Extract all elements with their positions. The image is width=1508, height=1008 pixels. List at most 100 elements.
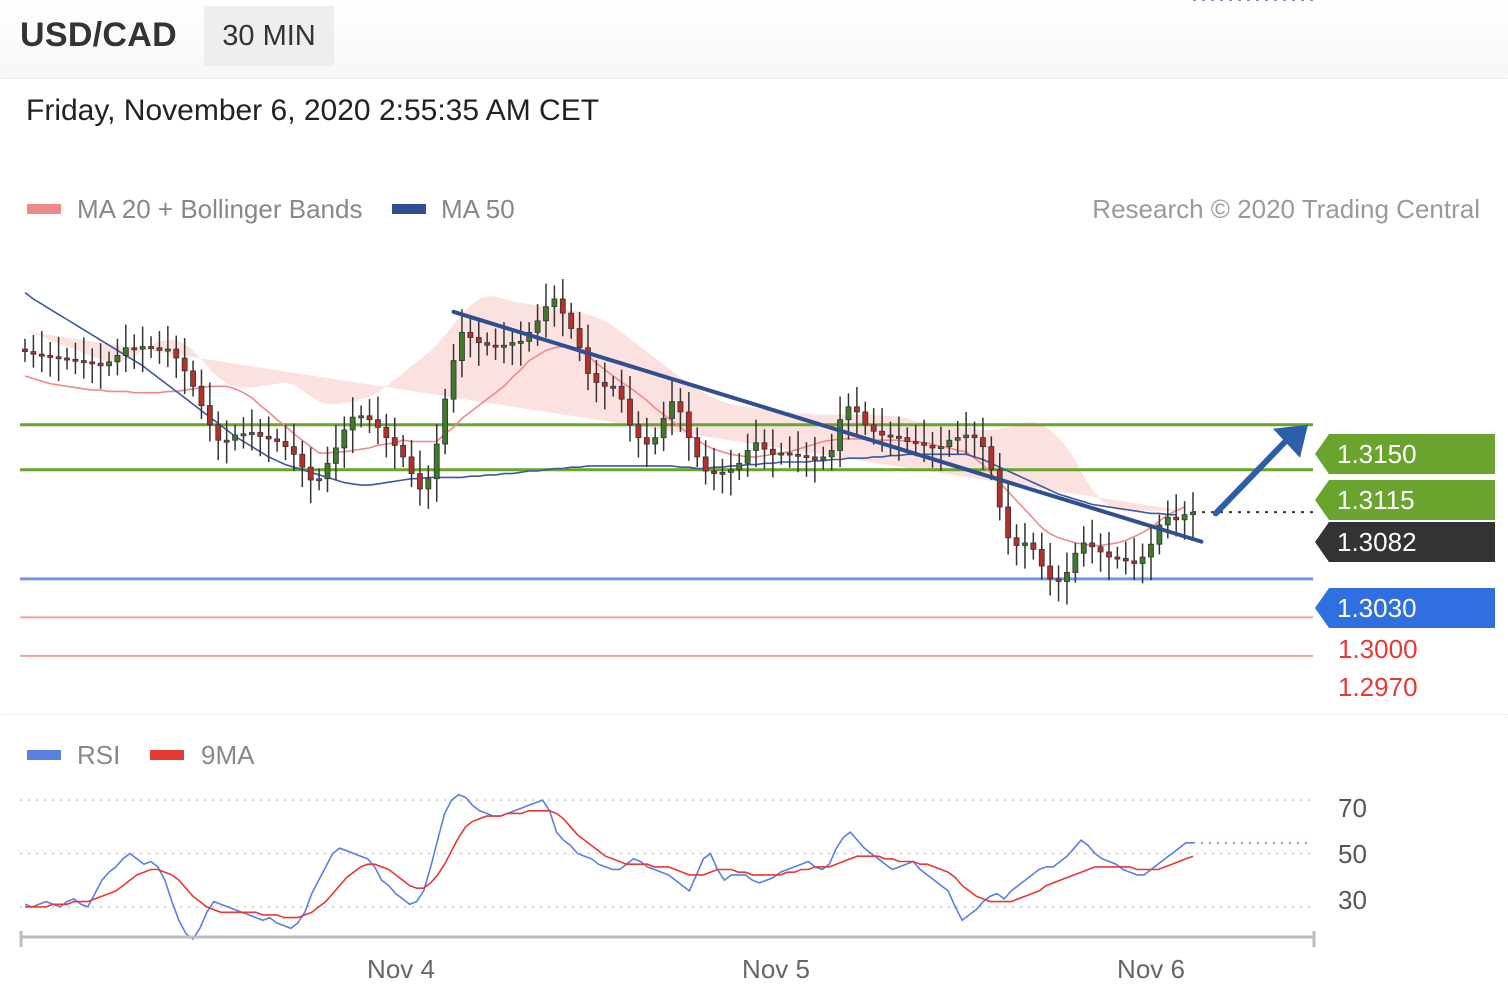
candle-body [282, 441, 289, 448]
candle-body [1055, 578, 1062, 582]
candle-body [996, 469, 1003, 508]
candle-body [114, 355, 121, 363]
candle-body [753, 442, 759, 451]
candle-body [736, 462, 743, 471]
candle-body [55, 356, 62, 360]
candle-body [1030, 542, 1037, 550]
candle-body [643, 437, 650, 445]
candle-body [240, 433, 247, 437]
candle-body [576, 328, 583, 349]
candle-body [660, 417, 667, 439]
candle-body [30, 351, 37, 355]
candle-body [400, 444, 407, 458]
rsi-ma9-line [25, 809, 1194, 919]
candle-body [1022, 542, 1028, 546]
candle-body [22, 348, 28, 353]
candle-body [341, 429, 348, 449]
rsi-tick-70: 70 [1338, 793, 1367, 823]
candle-body [408, 456, 415, 474]
price-chart [19, 0, 1316, 947]
candle-body [89, 361, 96, 365]
candle-body [509, 342, 516, 346]
candle-body [652, 437, 659, 445]
candle-body [1089, 542, 1096, 548]
candle-body [778, 452, 785, 456]
candle-body [324, 462, 331, 480]
trendline [451, 309, 1204, 544]
x-label-nov6: Nov 6 [1117, 954, 1185, 984]
rsi-tick-30: 30 [1338, 885, 1367, 915]
level-tag-2: 1.3115 [1315, 480, 1495, 520]
candle-body [1106, 551, 1112, 558]
candle-body [610, 385, 617, 389]
candle-body [862, 411, 869, 426]
panel-separator [0, 714, 1508, 715]
support-label-2: 1.2970 [1338, 672, 1418, 702]
candle-body [946, 439, 953, 448]
candle-body [290, 446, 297, 455]
candle-body [1013, 537, 1020, 546]
rsi-legend-swatch [27, 750, 61, 760]
ma9-legend-label: 9MA [201, 740, 255, 770]
rsi-legend-label: RSI [77, 740, 121, 770]
candle-body [837, 419, 843, 451]
candle-body [484, 342, 491, 346]
candle-body [1122, 557, 1129, 562]
candle-body [1064, 572, 1070, 582]
candle-body [912, 441, 919, 444]
candle-body [64, 357, 70, 361]
candle-body [929, 444, 936, 449]
candle-body [601, 382, 608, 387]
candle-body [164, 348, 171, 352]
candle-body [685, 411, 692, 439]
candle-body [181, 357, 188, 372]
candle-body [727, 469, 734, 473]
candle-body [828, 450, 835, 458]
candle-body [97, 362, 104, 367]
candle-body [887, 434, 894, 438]
ma9-legend-swatch [150, 750, 184, 760]
candle-body [1131, 560, 1138, 564]
candle-body [450, 360, 457, 400]
candle-body [711, 470, 717, 474]
candle-body [1190, 511, 1196, 516]
candle-body [501, 344, 507, 348]
candle-body [938, 446, 944, 450]
candle-body [795, 453, 801, 457]
candle-body [358, 415, 365, 419]
candle-body [148, 346, 154, 349]
candle-body [820, 456, 827, 460]
candle-body [980, 437, 986, 448]
candle-body [517, 340, 524, 344]
candle-body [307, 466, 314, 481]
candle-body [702, 456, 709, 472]
candle-body [853, 406, 860, 413]
candle-body [349, 416, 356, 431]
candle-body [627, 398, 633, 426]
candle-body [106, 361, 112, 367]
candle-body [156, 347, 163, 351]
candle-body [122, 347, 129, 356]
candle-body [274, 438, 280, 442]
candle-body [257, 432, 264, 437]
candle-body [198, 385, 205, 406]
candle-body [265, 435, 272, 440]
candle-body [1181, 514, 1188, 521]
candle-body [551, 298, 558, 308]
x-label-nov4: Nov 4 [367, 954, 435, 984]
candle-body [1038, 548, 1045, 567]
candle-body [47, 355, 54, 358]
candle-body [1080, 542, 1087, 554]
candle-body [223, 439, 230, 443]
candle-body [954, 437, 961, 441]
candle-body [568, 312, 575, 329]
candle-body [417, 473, 423, 490]
candle-body [1047, 565, 1054, 580]
candle-body [761, 442, 768, 450]
candle-body [677, 401, 684, 413]
candle-body [1005, 506, 1012, 539]
level-tag-1: 1.3150 [1315, 434, 1495, 474]
candle-body [904, 437, 911, 442]
candle-body [173, 348, 180, 359]
candle-body [433, 443, 440, 480]
